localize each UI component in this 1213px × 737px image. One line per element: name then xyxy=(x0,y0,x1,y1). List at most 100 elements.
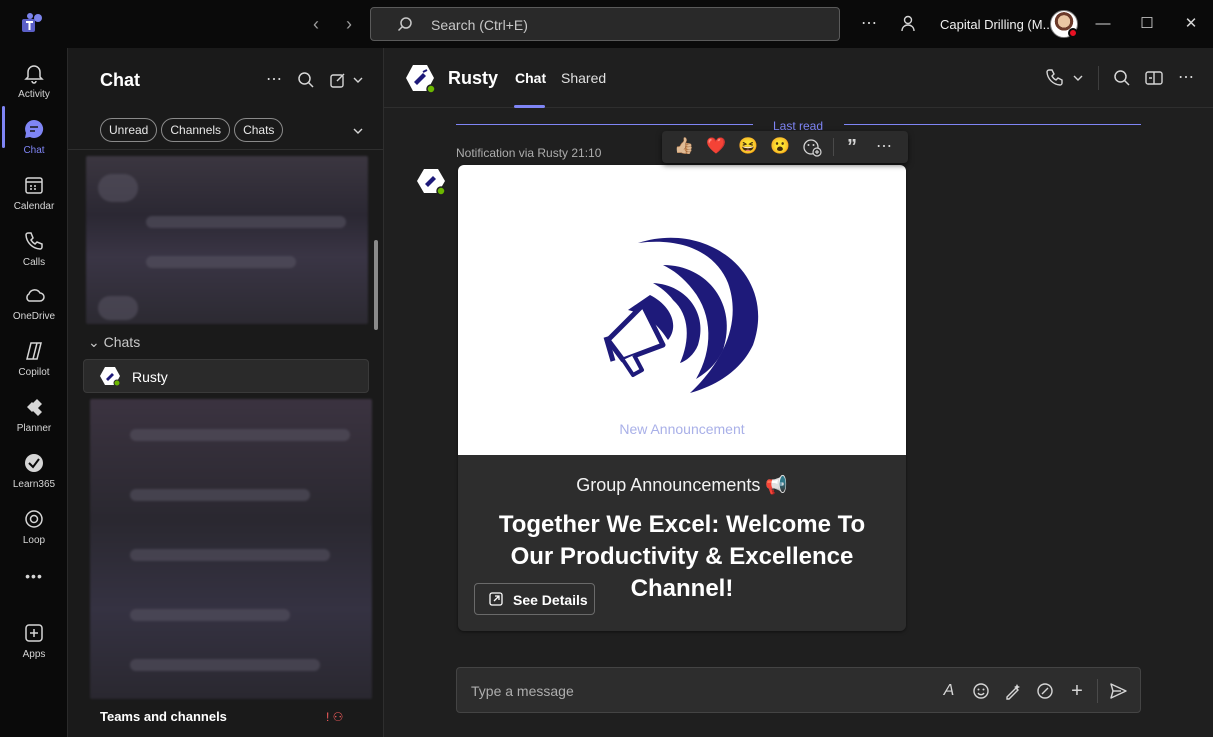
chevron-down-icon[interactable] xyxy=(348,121,368,141)
rail-item-copilot[interactable]: Copilot xyxy=(0,332,68,384)
chat-icon xyxy=(25,119,44,138)
search-input[interactable]: Search (Ctrl+E) xyxy=(370,7,840,41)
copilot-compose-icon[interactable] xyxy=(1003,681,1023,701)
list-item[interactable]: Rusty xyxy=(83,359,369,393)
conversation-pane: Rusty Chat Shared ⋯ Last read Notificati… xyxy=(384,48,1213,737)
maximize-icon[interactable]: ☐ xyxy=(1137,14,1157,34)
rail-label: OneDrive xyxy=(12,311,56,322)
bot-avatar-icon xyxy=(100,367,121,387)
people-icon[interactable] xyxy=(898,14,918,34)
rail-label: Chat xyxy=(23,145,45,156)
open-external-icon xyxy=(489,592,503,606)
conversation-name: Rusty xyxy=(448,68,499,88)
chevron-down-icon[interactable] xyxy=(348,70,368,90)
bell-icon xyxy=(24,65,44,84)
scrollbar[interactable] xyxy=(374,240,378,330)
planner-icon xyxy=(27,399,42,416)
rail-item-planner[interactable]: Planner xyxy=(0,388,68,440)
back-icon[interactable]: ‹ xyxy=(306,14,326,34)
minimize-icon[interactable]: — xyxy=(1093,14,1113,34)
more-icon[interactable]: ⋯ xyxy=(1176,68,1196,88)
filter-bar: Unread Channels Chats xyxy=(100,118,284,142)
app-rail: Activity Chat Calendar Calls OneDrive Co… xyxy=(0,48,68,737)
calendar-icon xyxy=(25,177,43,194)
message-meta: Notification via Rusty 21:10 xyxy=(456,146,602,160)
card-heading: Group Announcements 📢 xyxy=(576,475,788,495)
divider xyxy=(68,149,384,150)
add-reaction-icon[interactable] xyxy=(802,137,822,157)
quote-icon[interactable]: ” xyxy=(842,137,862,157)
active-tab-indicator xyxy=(514,105,545,108)
chevron-down-icon[interactable] xyxy=(1068,68,1088,88)
reaction-like[interactable]: 👍🏼 xyxy=(674,137,694,157)
more-icon[interactable]: ⋯ xyxy=(874,137,894,157)
blurred-chat-list xyxy=(90,399,372,699)
image-caption: New Announcement xyxy=(619,421,745,437)
more-apps-icon[interactable]: ••• xyxy=(0,568,68,584)
status-badge xyxy=(1068,28,1078,38)
emoji-icon[interactable] xyxy=(971,681,991,701)
new-chat-icon[interactable] xyxy=(328,70,348,90)
rail-item-chat[interactable]: Chat xyxy=(0,110,68,162)
send-icon[interactable] xyxy=(1108,681,1128,701)
rail-item-learn365[interactable]: Learn365 xyxy=(0,444,68,496)
forward-icon[interactable]: › xyxy=(339,14,359,34)
reaction-surprised[interactable]: 😮 xyxy=(770,137,790,157)
section-chats[interactable]: ⌄ Chats xyxy=(88,334,140,351)
tab-shared[interactable]: Shared xyxy=(561,70,606,86)
blurred-chat-list xyxy=(86,156,368,324)
conversation-header: Rusty Chat Shared ⋯ xyxy=(384,48,1213,108)
page-title: Chat xyxy=(100,70,140,90)
bot-avatar-icon[interactable] xyxy=(416,166,446,196)
see-details-button[interactable]: See Details xyxy=(474,583,595,615)
alert-icon: ! ⚇ xyxy=(326,710,344,724)
plus-icon[interactable]: + xyxy=(1067,681,1087,701)
filter-unread[interactable]: Unread xyxy=(100,118,158,142)
divider xyxy=(1098,66,1099,90)
rail-label: Learn365 xyxy=(12,479,56,490)
rail-label: Apps xyxy=(22,649,46,660)
tab-chat[interactable]: Chat xyxy=(515,70,546,86)
search-icon xyxy=(397,17,412,32)
teams-logo-icon[interactable] xyxy=(18,10,46,38)
rail-item-loop[interactable]: Loop xyxy=(0,500,68,552)
format-icon[interactable]: A xyxy=(939,681,959,701)
search-icon[interactable] xyxy=(1112,68,1132,88)
rail-label: Activity xyxy=(18,89,50,100)
plus-square-icon xyxy=(25,624,43,642)
chat-list-pane: Chat ⋯ Unread Channels Chats ⌄ Chats Rus… xyxy=(68,48,384,737)
rail-item-onedrive[interactable]: OneDrive xyxy=(0,276,68,328)
rail-item-apps[interactable]: Apps xyxy=(0,614,68,666)
reaction-bar: 👍🏼 ❤️ 😆 😮 ” ⋯ xyxy=(662,131,908,163)
teams-and-channels-header[interactable]: Teams and channels xyxy=(100,709,227,724)
bot-avatar-icon[interactable] xyxy=(404,62,436,94)
last-read-divider xyxy=(456,124,753,125)
rail-label: Copilot xyxy=(18,367,50,378)
org-name[interactable]: Capital Drilling (M... xyxy=(940,17,1053,32)
last-read-divider xyxy=(844,124,1141,125)
phone-icon[interactable] xyxy=(1044,68,1064,88)
rail-label: Calendar xyxy=(13,201,55,212)
divider xyxy=(1097,679,1098,703)
more-options-icon[interactable]: ⋯ xyxy=(264,70,284,90)
reaction-heart[interactable]: ❤️ xyxy=(706,137,726,157)
reaction-laugh[interactable]: 😆 xyxy=(738,137,758,157)
rail-item-calendar[interactable]: Calendar xyxy=(0,166,68,218)
card-image: New Announcement xyxy=(458,165,906,455)
more-icon[interactable]: ⋯ xyxy=(859,14,879,34)
filter-chats[interactable]: Chats xyxy=(234,118,284,142)
close-icon[interactable]: ✕ xyxy=(1181,14,1201,34)
chat-name: Rusty xyxy=(132,369,168,385)
megaphone-logo-icon xyxy=(603,237,759,393)
rail-item-calls[interactable]: Calls xyxy=(0,222,68,274)
learn365-icon xyxy=(25,454,43,472)
copilot-icon xyxy=(26,342,42,360)
search-icon[interactable] xyxy=(296,70,316,90)
button-label: See Details xyxy=(513,592,588,608)
message-composer[interactable]: Type a message A + xyxy=(456,667,1141,713)
filter-channels[interactable]: Channels xyxy=(161,118,231,142)
rail-item-activity[interactable]: Activity xyxy=(0,54,68,106)
rail-label: Calls xyxy=(22,257,46,268)
popout-icon[interactable] xyxy=(1144,68,1164,88)
loop-component-icon[interactable] xyxy=(1035,681,1055,701)
